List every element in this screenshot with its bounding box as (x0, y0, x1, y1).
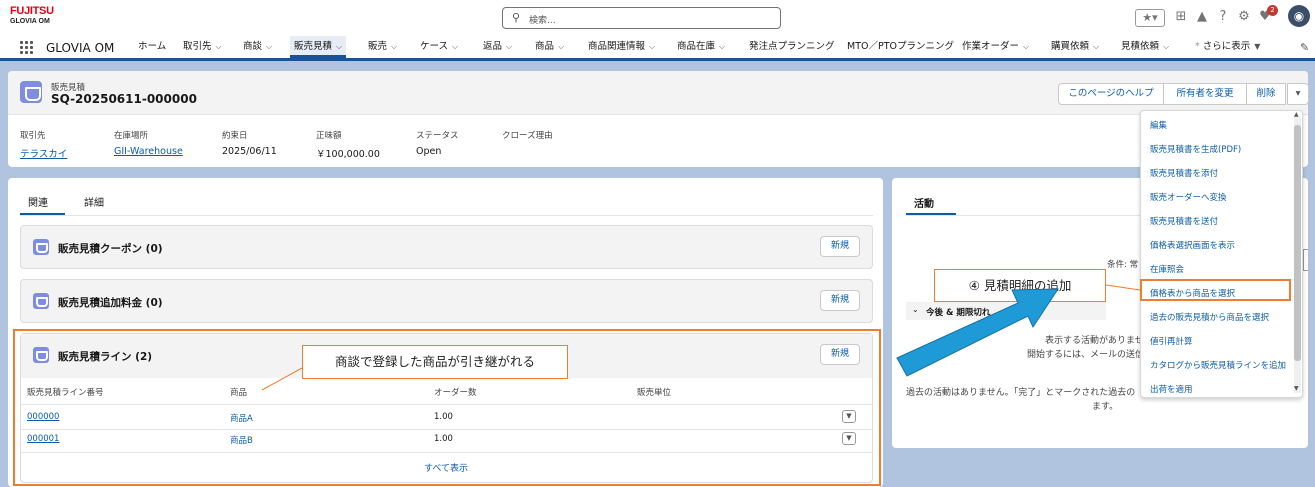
carried-connector-line (261, 367, 303, 391)
annotation-overlay (261, 284, 1141, 391)
step4-connector-line (1105, 284, 1141, 291)
blue-arrow-icon (896, 288, 1059, 377)
